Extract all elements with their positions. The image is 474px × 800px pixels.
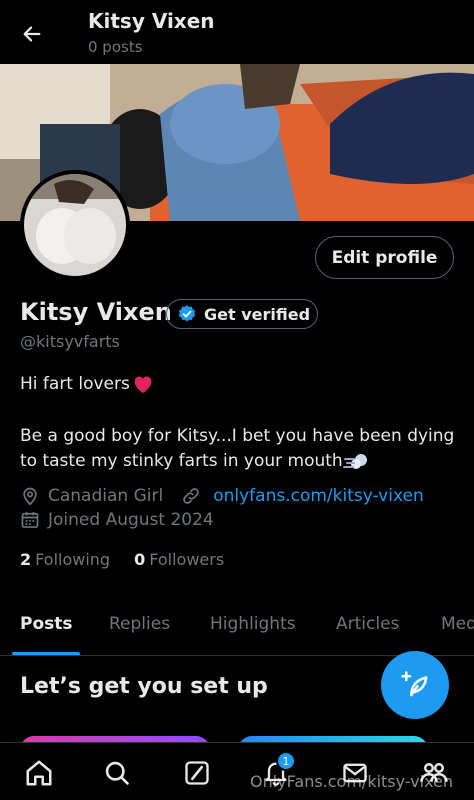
feather-plus-icon (401, 671, 428, 697)
website-link[interactable]: onlyfans.com/kitsy-vixen (213, 486, 424, 506)
search-icon (105, 761, 129, 785)
bio-text-1: Hi fart lovers (20, 374, 130, 394)
red-heart-icon (134, 376, 152, 394)
profile-tabs: Posts Replies Highlights Articles Media (0, 596, 474, 656)
tab-posts[interactable]: Posts (20, 614, 73, 634)
profile-handle: @kitsyvfarts (20, 332, 120, 351)
bio-line-3: to taste my stinky farts in your mouth (20, 449, 460, 474)
link-icon (181, 486, 201, 506)
avatar[interactable] (20, 170, 130, 280)
compose-post-button[interactable] (381, 651, 449, 719)
nav-home[interactable] (23, 757, 55, 789)
followers-count: 0 (134, 550, 146, 569)
arrow-left-icon (23, 26, 41, 42)
calendar-icon (20, 510, 40, 530)
bottom-nav: 1 (0, 742, 474, 800)
location-text: Canadian Girl (48, 486, 164, 506)
notification-badge: 1 (276, 751, 296, 771)
get-verified-button[interactable]: Get verified (166, 299, 318, 329)
followers-link[interactable]: 0 Followers (134, 550, 224, 569)
follow-stats: 2 Following 0 Followers (20, 550, 224, 569)
following-link[interactable]: 2 Following (20, 550, 110, 569)
tab-articles[interactable]: Articles (336, 614, 399, 634)
grok-icon (185, 761, 209, 785)
following-count: 2 (20, 550, 32, 569)
nav-grok[interactable] (181, 757, 213, 789)
joined-date: Joined August 2024 (48, 510, 214, 530)
meta-row-2: Joined August 2024 (20, 510, 214, 530)
active-tab-indicator (12, 652, 80, 655)
back-button[interactable] (14, 16, 50, 52)
get-verified-label: Get verified (204, 304, 311, 324)
following-label: Following (35, 550, 111, 569)
tab-replies[interactable]: Replies (109, 614, 170, 634)
tab-highlights[interactable]: Highlights (210, 614, 296, 634)
tab-media[interactable]: Media (441, 614, 474, 634)
home-icon (26, 760, 52, 786)
edit-profile-button[interactable]: Edit profile (315, 236, 454, 279)
watermark-text: OnlyFans.com/kitsy-vixen (250, 772, 454, 791)
header-title: Kitsy Vixen (88, 9, 215, 33)
bio-text-3: to taste my stinky farts in your mouth (20, 451, 343, 471)
setup-heading: Let’s get you set up (20, 674, 268, 699)
top-bar: Kitsy Vixen 0 posts (0, 0, 474, 64)
bio-text-2: Be a good boy for Kitsy...I bet you have… (20, 426, 455, 446)
location-pin-icon (20, 486, 40, 506)
header-post-count: 0 posts (88, 38, 143, 56)
profile-name: Kitsy Vixen (20, 298, 172, 326)
followers-label: Followers (149, 550, 225, 569)
nav-search[interactable] (101, 757, 133, 789)
verified-badge-icon (178, 305, 196, 322)
profile-screen: Kitsy Vixen 0 posts Edit profile Kitsy V… (0, 0, 474, 800)
bio-line-1: Hi fart lovers (20, 374, 154, 394)
bio-paragraph: Be a good boy for Kitsy...I bet you have… (20, 424, 460, 474)
meta-row-1: Canadian Girl onlyfans.com/kitsy-vixen (20, 486, 424, 506)
dash-wind-icon (342, 453, 367, 469)
